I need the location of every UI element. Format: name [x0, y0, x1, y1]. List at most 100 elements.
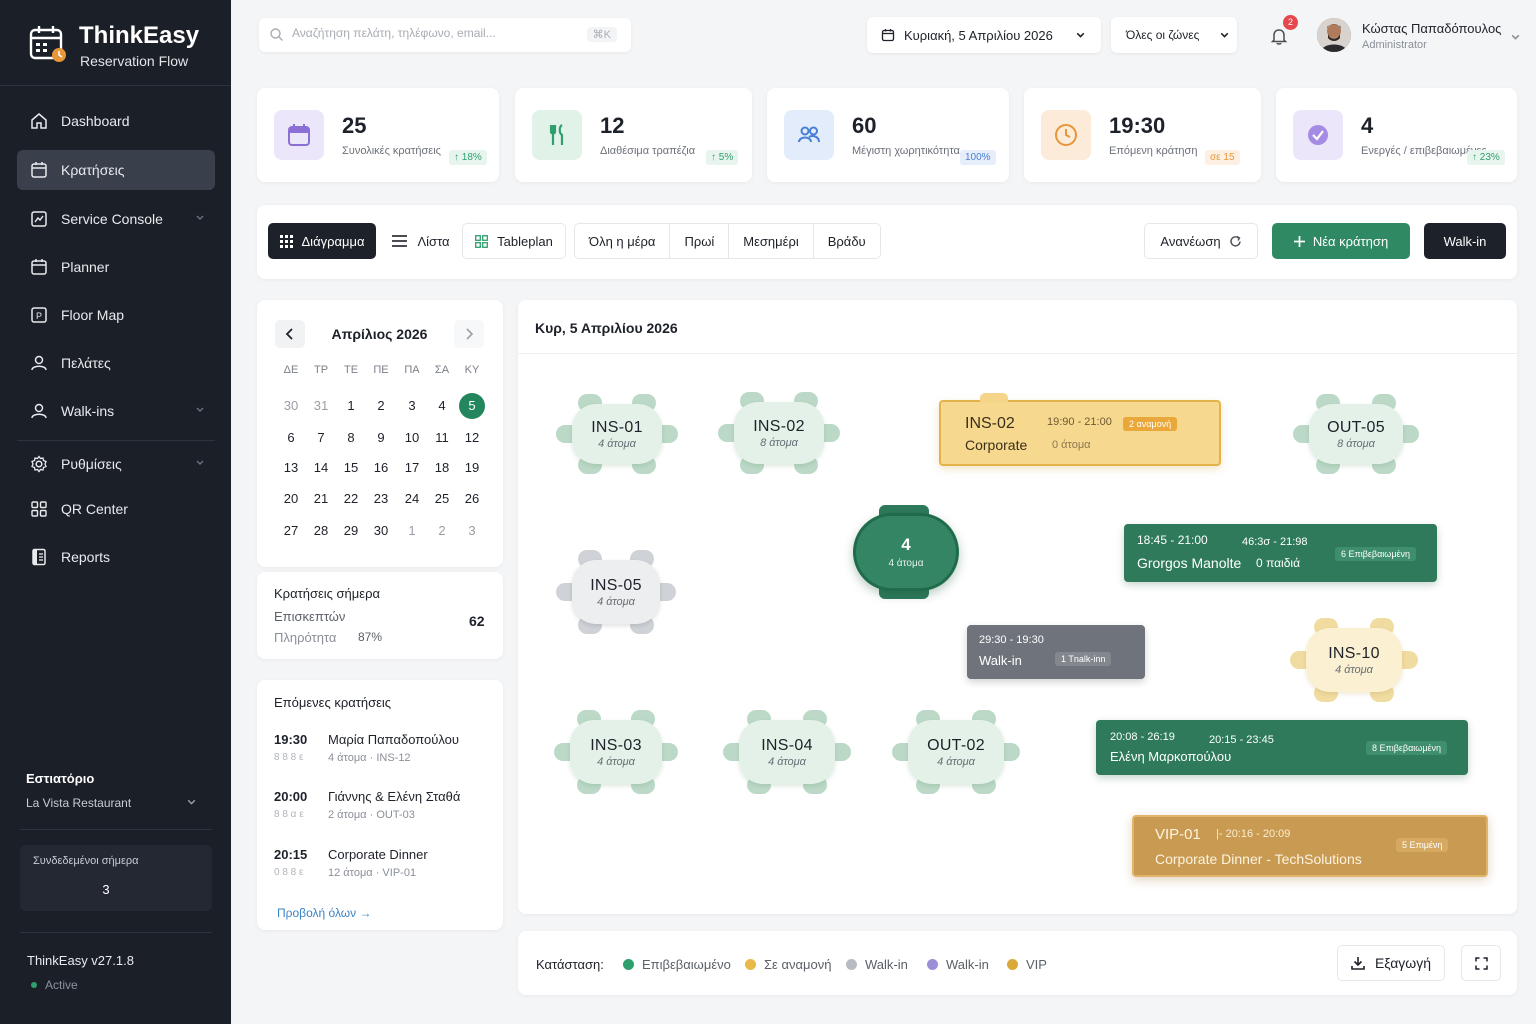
- calendar-day[interactable]: 31: [306, 393, 336, 419]
- sidebar-item-qr-center[interactable]: QR Center: [17, 489, 215, 529]
- calendar-day[interactable]: 17: [397, 455, 427, 481]
- chevron-down-icon[interactable]: [1510, 32, 1521, 43]
- reservation-block-vip01[interactable]: VIP-01 |- 20:16 - 20:09 Corporate Dinner…: [1132, 815, 1488, 877]
- table-ins-10[interactable]: INS-10 4 άτομα: [1290, 618, 1418, 702]
- reservation-detail: 4 άτομα · INS-12: [328, 752, 411, 764]
- user-name: Κώστας Παπαδόπουλος: [1362, 21, 1502, 36]
- table-ins-01[interactable]: INS-01 4 άτομα: [556, 394, 678, 474]
- calendar-day[interactable]: 4: [427, 393, 457, 419]
- view-all-link[interactable]: Προβολή όλων →: [277, 906, 372, 920]
- view-list-button[interactable]: Λίστα: [381, 223, 461, 259]
- calendar-day[interactable]: 27: [276, 518, 306, 544]
- reservation-time-sub: 8 8 8 ε: [274, 752, 304, 763]
- zone-select[interactable]: Όλες οι ζώνες: [1111, 17, 1237, 53]
- calendar-day-selected[interactable]: 5: [457, 393, 487, 419]
- calendar-day[interactable]: 24: [397, 486, 427, 512]
- view-diagram-button[interactable]: Διάγραμμα: [268, 223, 376, 259]
- restaurant-select[interactable]: La Vista Restaurant: [26, 796, 131, 810]
- table-ins-05[interactable]: INS-05 4 άτομα: [556, 550, 676, 634]
- reservation-block-grorgos[interactable]: 18:45 - 21:00 46:3σ - 21:98 Grorgos Mano…: [1124, 524, 1437, 582]
- sidebar-item-customers[interactable]: Πελάτες: [17, 343, 215, 383]
- chevron-down-icon[interactable]: [186, 797, 197, 808]
- table-ins-04[interactable]: INS-04 4 άτομα: [723, 710, 851, 794]
- period-evening[interactable]: Βράδυ: [814, 224, 880, 258]
- reservation-block-eleni[interactable]: 20:08 - 26:19 20:15 - 23:45 Ελένη Μαρκοπ…: [1096, 720, 1468, 775]
- sidebar-item-planner[interactable]: Planner: [17, 247, 215, 287]
- calendar-day[interactable]: 21: [306, 486, 336, 512]
- status-dot: [31, 982, 37, 988]
- calendar-next-button[interactable]: [454, 320, 484, 348]
- calendar-day[interactable]: 1: [397, 518, 427, 544]
- topbar: ⌘K Κυριακή, 5 Απριλίου 2026 Όλες οι ζώνε…: [231, 0, 1536, 70]
- calendar-day[interactable]: 30: [366, 518, 396, 544]
- sidebar-item-service-console[interactable]: Service Console: [17, 199, 215, 239]
- calendar-day[interactable]: 18: [427, 455, 457, 481]
- sidebar-item-dashboard[interactable]: Dashboard: [17, 101, 215, 141]
- calendar-day[interactable]: 13: [276, 455, 306, 481]
- sidebar-item-reports[interactable]: Reports: [17, 537, 215, 577]
- table-ins-02[interactable]: INS-02 8 άτομα: [718, 392, 840, 474]
- calendar-day[interactable]: 7: [306, 425, 336, 451]
- floor-plan: Κυρ, 5 Απριλίου 2026 INS-01 4 άτομα INS-02…: [518, 300, 1517, 914]
- search-input[interactable]: [292, 26, 572, 40]
- table-out-05[interactable]: OUT-05 8 άτομα: [1293, 394, 1419, 474]
- monitor-icon: [30, 210, 48, 228]
- calendar-day[interactable]: 30: [276, 393, 306, 419]
- reservation-block-ins02[interactable]: INS-02 Corporate 19:90 - 21:00 0 άτομα 2…: [939, 393, 1221, 466]
- calendar-day[interactable]: 2: [366, 393, 396, 419]
- table-ins-03[interactable]: INS-03 4 άτομα: [554, 710, 678, 794]
- period-morning[interactable]: Πρωί: [670, 224, 730, 258]
- walkin-button[interactable]: Walk-in: [1424, 223, 1506, 259]
- calendar-day[interactable]: 29: [336, 518, 366, 544]
- calendar-day[interactable]: 11: [427, 425, 457, 451]
- date-select[interactable]: Κυριακή, 5 Απριλίου 2026: [867, 17, 1101, 53]
- new-reservation-button[interactable]: Νέα κράτηση: [1272, 223, 1410, 259]
- calendar-day[interactable]: 22: [336, 486, 366, 512]
- list-item[interactable]: 20:00 8 8 α ε Γιάννης & Ελένη Σταθά 2 άτ…: [274, 789, 489, 833]
- search-box[interactable]: ⌘K: [259, 18, 631, 52]
- calendar-day[interactable]: 3: [397, 393, 427, 419]
- reservation-block-walkin[interactable]: 29:30 - 19:30 Walk-in 1 Tnalk-inn: [967, 625, 1145, 679]
- calendar-day[interactable]: 1: [336, 393, 366, 419]
- calendar-prev-button[interactable]: [275, 320, 305, 348]
- today-title: Κρατήσεις σήμερα: [274, 586, 380, 601]
- calendar-day[interactable]: 20: [276, 486, 306, 512]
- tableplan-icon: [475, 234, 489, 248]
- status-badge: 1 Tnalk-inn: [1055, 652, 1112, 666]
- list-item[interactable]: 20:15 0 8 8 ε Corporate Dinner 12 άτομα …: [274, 847, 489, 891]
- table-out-02[interactable]: OUT-02 4 άτομα: [892, 710, 1020, 794]
- calendar-day[interactable]: 15: [336, 455, 366, 481]
- export-button[interactable]: Εξαγωγή: [1337, 945, 1445, 981]
- calendar-day[interactable]: 28: [306, 518, 336, 544]
- zone-value: Όλες οι ζώνες: [1126, 28, 1200, 42]
- list-item[interactable]: 19:30 8 8 8 ε Μαρία Παπαδοπούλου 4 άτομα…: [274, 732, 489, 776]
- calendar-day[interactable]: 23: [366, 486, 396, 512]
- calendar-day[interactable]: 19: [457, 455, 487, 481]
- sidebar-item-walkins[interactable]: Walk-ins: [17, 391, 215, 431]
- calendar-day[interactable]: 16: [366, 455, 396, 481]
- view-tableplan-button[interactable]: Tableplan: [462, 223, 566, 259]
- block-time-secondary: 46:3σ - 21:98: [1242, 536, 1308, 548]
- calendar-day[interactable]: 3: [457, 518, 487, 544]
- period-all-day[interactable]: Όλη η μέρα: [575, 224, 671, 258]
- calendar-day[interactable]: 14: [306, 455, 336, 481]
- sidebar-item-reservations[interactable]: Κρατήσεις: [17, 150, 215, 190]
- avatar[interactable]: [1317, 18, 1351, 52]
- calendar-day[interactable]: 10: [397, 425, 427, 451]
- calendar-day[interactable]: 26: [457, 486, 487, 512]
- period-noon[interactable]: Μεσημέρι: [729, 224, 814, 258]
- refresh-button[interactable]: Ανανέωση: [1144, 223, 1258, 259]
- calendar-day[interactable]: 8: [336, 425, 366, 451]
- table-top: INS-05 4 άτομα: [572, 560, 660, 624]
- sidebar-item-settings[interactable]: Ρυθμίσεις: [17, 444, 215, 484]
- table-4[interactable]: 4 4 άτομα: [853, 505, 961, 599]
- calendar-day[interactable]: 12: [457, 425, 487, 451]
- fullscreen-button[interactable]: [1461, 945, 1501, 981]
- calendar-day[interactable]: 2: [427, 518, 457, 544]
- calendar-day[interactable]: 6: [276, 425, 306, 451]
- calendar-day[interactable]: 25: [427, 486, 457, 512]
- sidebar-item-floor-map[interactable]: P Floor Map: [17, 295, 215, 335]
- block-time: 19:90 - 21:00: [1047, 416, 1112, 428]
- calendar-day[interactable]: 9: [366, 425, 396, 451]
- table-seats: 4 άτομα: [937, 755, 975, 768]
